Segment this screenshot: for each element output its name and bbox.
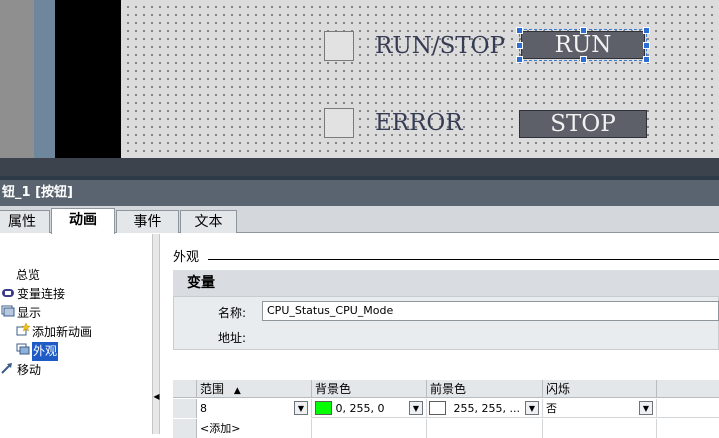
foreground-color-value: 255, 255, ... <box>453 402 520 415</box>
tree-item-movement[interactable]: 移动 <box>1 361 41 380</box>
resize-handle[interactable] <box>643 27 650 34</box>
tag-link-icon <box>1 285 15 304</box>
section-divider <box>208 259 719 260</box>
empty-cell <box>312 419 427 438</box>
tab-animations[interactable]: 动画 <box>51 208 115 234</box>
resize-handle[interactable] <box>516 27 523 34</box>
empty-cell <box>543 419 657 438</box>
appearance-icon <box>16 342 30 361</box>
empty-cell <box>427 419 543 438</box>
background-color-value: 0, 255, 0 <box>335 402 385 415</box>
table-row[interactable]: 8 ▼ 0, 255, 0 ▼ 255, 255, ... ▼ 否 ▼ <box>173 399 719 418</box>
editor-splitter[interactable] <box>0 158 719 178</box>
sort-ascending-icon: ▲ <box>233 386 241 396</box>
tag-name-field[interactable]: CPU_Status_CPU_Mode <box>262 301 719 321</box>
tab-texts[interactable]: 文本 <box>180 210 237 233</box>
tree-item-overview[interactable]: 总览 <box>16 266 40 285</box>
column-header-foreground[interactable]: 前景色 <box>427 380 543 398</box>
row-header <box>173 419 197 438</box>
tree-item-label: 添加新动画 <box>32 325 93 339</box>
stop-button[interactable]: STOP <box>519 110 647 138</box>
column-header-flash[interactable]: 闪烁 <box>543 380 657 398</box>
address-label: 地址: <box>218 331 247 345</box>
tree-item-label: 移动 <box>17 363 42 377</box>
resize-handle[interactable] <box>580 56 587 63</box>
inspector-title: 钮_1 [按钮] <box>0 180 719 206</box>
column-header-background[interactable]: 背景色 <box>312 380 427 398</box>
tree-item-display[interactable]: 显示 <box>1 304 41 323</box>
tree-item-label: 总览 <box>16 268 41 282</box>
canvas-black-region <box>55 0 121 158</box>
add-star-icon <box>16 322 31 342</box>
canvas-left-margin <box>0 0 34 158</box>
tab-properties[interactable]: 属性 <box>0 210 50 233</box>
display-icon <box>1 304 15 323</box>
table-add-row[interactable]: <添加> <box>173 419 719 438</box>
table-header: 范围 ▲ 背景色 前景色 闪烁 <box>173 380 719 398</box>
flash-value: 否 <box>546 402 557 415</box>
run-stop-label[interactable]: RUN/STOP <box>375 31 505 61</box>
column-header-range[interactable]: 范围 ▲ <box>197 380 312 398</box>
tab-events[interactable]: 事件 <box>116 210 179 233</box>
tree-item-label: 变量连接 <box>17 287 66 301</box>
error-indicator[interactable] <box>324 108 354 138</box>
animation-tree: 总览 变量连接 显示 添加新动画 外观 移动 <box>0 234 152 434</box>
section-title-appearance: 外观 <box>173 250 200 265</box>
tree-item-label: 显示 <box>17 306 42 320</box>
add-entry-cell[interactable]: <添加> <box>197 419 312 438</box>
background-color-dropdown-button[interactable]: ▼ <box>409 401 423 415</box>
flash-dropdown-button[interactable]: ▼ <box>639 401 653 415</box>
error-label[interactable]: ERROR <box>375 108 463 138</box>
background-color-swatch <box>315 401 332 415</box>
tree-item-appearance[interactable]: 外观 <box>16 342 59 361</box>
tree-item-label: 外观 <box>32 342 59 361</box>
range-value: 8 <box>200 402 207 415</box>
row-header[interactable] <box>173 399 197 418</box>
run-stop-indicator[interactable] <box>324 31 354 61</box>
foreground-color-swatch <box>429 401 446 415</box>
move-icon <box>1 361 15 380</box>
tree-splitter-scroll[interactable]: ◀ <box>152 234 160 434</box>
column-header-label: 范围 <box>200 382 225 396</box>
resize-handle[interactable] <box>643 56 650 63</box>
tree-item-add-animation[interactable]: 添加新动画 <box>16 322 93 342</box>
resize-handle[interactable] <box>580 27 587 34</box>
name-label: 名称: <box>218 306 247 320</box>
hmi-screen-canvas: RUN/STOP RUN ERROR STOP <box>0 0 719 158</box>
canvas-left-ruler <box>34 0 55 158</box>
resize-handle[interactable] <box>643 42 650 49</box>
row-header-corner <box>173 380 197 398</box>
variable-group-title: 变量 <box>173 270 719 297</box>
range-dropdown-button[interactable]: ▼ <box>294 401 308 415</box>
resize-handle[interactable] <box>516 42 523 49</box>
resize-handle[interactable] <box>516 56 523 63</box>
foreground-color-dropdown-button[interactable]: ▼ <box>525 401 539 415</box>
inspector-tabs: 属性 动画 事件 文本 <box>0 206 719 234</box>
collapse-left-icon[interactable]: ◀ <box>153 391 160 403</box>
tree-item-tag-connections[interactable]: 变量连接 <box>1 285 65 304</box>
